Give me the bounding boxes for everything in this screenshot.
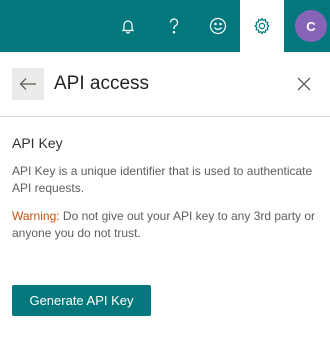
warning-text: Warning: Do not give out your API key to…: [12, 208, 322, 242]
arrow-left-icon: [19, 78, 36, 90]
gear-icon: [254, 17, 270, 35]
close-button[interactable]: [292, 72, 316, 96]
warning-label: Warning:: [12, 209, 60, 223]
section-title: API Key: [12, 135, 63, 151]
generate-api-key-button[interactable]: Generate API Key: [12, 285, 151, 316]
back-button[interactable]: [12, 68, 44, 100]
help-icon[interactable]: [154, 6, 194, 46]
avatar[interactable]: C: [295, 10, 327, 42]
panel-title: API access: [54, 73, 150, 94]
panel-header: API access: [0, 52, 330, 116]
divider: [0, 116, 330, 117]
top-bar: C: [0, 0, 330, 52]
smile-icon[interactable]: [198, 6, 238, 46]
close-icon: [297, 77, 311, 91]
bell-icon[interactable]: [108, 6, 148, 46]
description-text: API Key is a unique identifier that is u…: [12, 164, 313, 195]
settings-button[interactable]: [240, 0, 284, 52]
